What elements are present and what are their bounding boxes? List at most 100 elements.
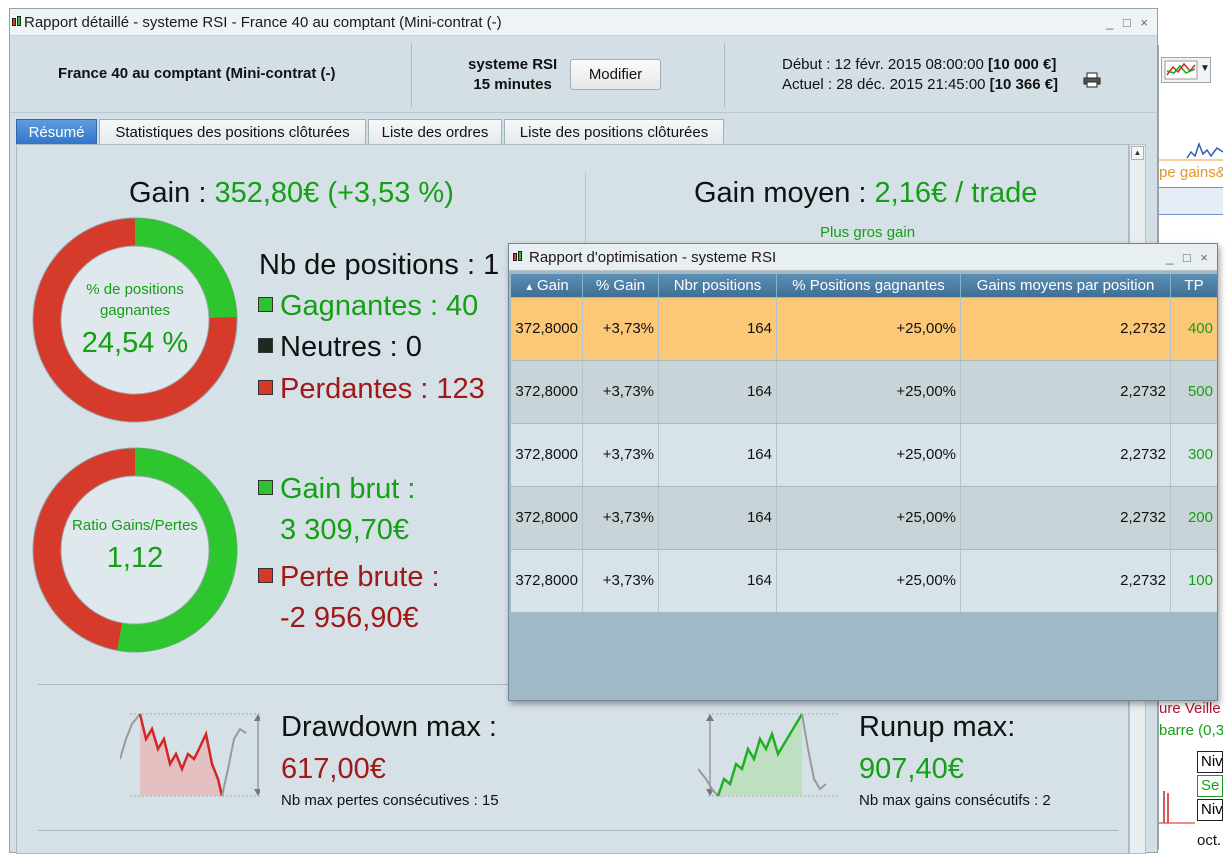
bg-fragment-1: pe gains& — [1159, 164, 1223, 181]
system-name: systeme RSI — [468, 56, 558, 73]
avg-gain-summary: Gain moyen : 2,16€ / trade — [694, 177, 1037, 210]
table-row[interactable]: 372,8000 +3,73% 164 +25,00% 2,2732 400 — [511, 298, 1217, 361]
cell-gain: 372,8000 — [511, 550, 583, 612]
tab-closed-positions[interactable]: Liste des positions clôturées — [504, 119, 724, 145]
optimisation-titlebar[interactable]: Rapport d'optimisation - systeme RSI _ □… — [509, 244, 1217, 271]
cell-pct-winning: +25,00% — [777, 298, 961, 360]
gross-gain-value: 3 309,70€ — [280, 514, 410, 546]
cell-nb-positions: 164 — [659, 424, 777, 486]
cell-pct-winning: +25,00% — [777, 424, 961, 486]
cell-pct-gain: +3,73% — [583, 487, 659, 549]
tab-resume[interactable]: Résumé — [16, 119, 97, 145]
positions-count-label: Nb de positions : — [259, 249, 476, 281]
cell-pct-gain: +3,73% — [583, 361, 659, 423]
cell-avg-gain: 2,2732 — [961, 550, 1171, 612]
table-row[interactable]: 372,8000 +3,73% 164 +25,00% 2,2732 300 — [511, 424, 1217, 487]
cell-nb-positions: 164 — [659, 361, 777, 423]
window-controls[interactable]: _ □ × — [1106, 9, 1151, 36]
start-date: 12 févr. 2015 08:00:00 — [834, 56, 984, 73]
legend-neutral: Neutres : 0 — [258, 331, 422, 364]
runup-label: Runup max: — [859, 711, 1016, 743]
cell-nb-positions: 164 — [659, 550, 777, 612]
bg-fragment-6[interactable]: Niv — [1197, 799, 1223, 821]
col-header-avg-gain[interactable]: Gains moyens par position — [961, 274, 1171, 297]
cell-pct-gain: +3,73% — [583, 550, 659, 612]
bg-fragment-5[interactable]: Se — [1197, 775, 1223, 797]
cell-pct-gain: +3,73% — [583, 298, 659, 360]
cell-pct-winning: +25,00% — [777, 361, 961, 423]
cell-avg-gain: 2,2732 — [961, 424, 1171, 486]
drawdown-icon — [120, 713, 260, 797]
optimisation-window-controls[interactable]: _ □ × — [1166, 244, 1211, 271]
candlestick-icon — [12, 16, 22, 28]
cell-nb-positions: 164 — [659, 487, 777, 549]
scroll-up-icon[interactable]: ▲ — [1131, 146, 1144, 160]
optimisation-report-window: Rapport d'optimisation - systeme RSI _ □… — [508, 243, 1218, 701]
bg-fragment-7: oct. — [1197, 832, 1222, 849]
candlestick-icon — [513, 251, 523, 263]
legend-losers: Perdantes : 123 — [258, 373, 485, 406]
avg-gain-label: Gain moyen : — [694, 177, 867, 209]
printer-icon[interactable] — [1083, 72, 1101, 88]
table-row[interactable]: 372,8000 +3,73% 164 +25,00% 2,2732 200 — [511, 487, 1217, 550]
winners-text: Gagnantes : 40 — [280, 290, 479, 322]
current-label: Actuel : — [782, 76, 833, 93]
cell-pct-winning: +25,00% — [777, 487, 961, 549]
biggest-gain-label: Plus gros gain — [820, 224, 916, 241]
cell-gain: 372,8000 — [511, 361, 583, 423]
red-square-icon — [258, 568, 273, 583]
window-titlebar[interactable]: Rapport détaillé - systeme RSI - France … — [10, 9, 1157, 36]
bg-fragment-2: ure Veille — [1159, 700, 1221, 717]
window-title: Rapport détaillé - systeme RSI - France … — [24, 14, 502, 31]
max-consecutive-losses: Nb max pertes consécutives : 15 — [281, 792, 499, 809]
cell-avg-gain: 2,2732 — [961, 487, 1171, 549]
tab-closed-stats[interactable]: Statistiques des positions clôturées — [99, 119, 366, 145]
win-rate-label: % de positions gagnantes — [86, 281, 184, 319]
cell-tp: 500 — [1187, 383, 1213, 400]
gain-value: 352,80€ (+3,53 %) — [214, 177, 454, 209]
positions-count: Nb de positions : 1 — [259, 249, 499, 282]
col-header-nb-positions[interactable]: Nbr positions — [659, 274, 777, 297]
gain-label: Gain : — [129, 177, 207, 209]
table-row[interactable]: 372,8000 +3,73% 164 +25,00% 2,2732 100 — [511, 550, 1217, 613]
optimisation-title: Rapport d'optimisation - systeme RSI — [529, 249, 777, 266]
red-square-icon — [258, 380, 273, 395]
col-header-tp[interactable]: TP — [1171, 274, 1217, 297]
col-header-pct-winning[interactable]: % Positions gagnantes — [777, 274, 961, 297]
runup-icon — [698, 713, 838, 797]
cell-gain: 372,8000 — [511, 298, 583, 360]
max-consecutive-gains: Nb max gains consécutifs : 2 — [859, 792, 1051, 809]
drawdown-label: Drawdown max : — [281, 711, 497, 743]
col-header-gain[interactable]: ▲ Gain — [511, 274, 583, 297]
cell-gain: 372,8000 — [511, 487, 583, 549]
drawdown-value: 617,00€ — [281, 753, 386, 785]
table-row[interactable]: 372,8000 +3,73% 164 +25,00% 2,2732 500 — [511, 361, 1217, 424]
ratio-donut-text: Ratio Gains/Pertes 1,12 — [62, 517, 208, 575]
cell-pct-gain: +3,73% — [583, 424, 659, 486]
instrument-name: France 40 au comptant (Mini-contrat (-) — [58, 65, 336, 82]
date-range: Début : 12 févr. 2015 08:00:00 [10 000 €… — [782, 55, 1058, 95]
win-rate-value: 24,54 % — [81, 327, 189, 359]
cell-tp: 100 — [1187, 572, 1213, 589]
cell-tp: 400 — [1187, 320, 1213, 337]
modify-button[interactable]: Modifier — [570, 59, 661, 90]
start-label: Début : — [782, 56, 831, 73]
chevron-down-icon: ▼ — [1200, 63, 1210, 74]
tab-orders[interactable]: Liste des ordres — [368, 119, 502, 145]
bg-fragment-3: barre (0,3 — [1159, 722, 1223, 739]
gross-loss-value: -2 956,90€ — [280, 602, 419, 634]
cell-tp: 300 — [1187, 446, 1213, 463]
cell-tp: 200 — [1187, 509, 1213, 526]
green-square-icon — [258, 480, 273, 495]
avg-gain-value: 2,16€ / trade — [874, 177, 1038, 209]
gross-loss-row: Perte brute : — [258, 561, 440, 594]
neutral-text: Neutres : 0 — [280, 331, 422, 363]
indicator-dropdown[interactable]: ▼ — [1161, 57, 1211, 83]
report-header: France 40 au comptant (Mini-contrat (-) … — [10, 37, 1157, 113]
green-square-icon — [258, 297, 273, 312]
legend-winners: Gagnantes : 40 — [258, 290, 478, 323]
col-header-pct-gain[interactable]: % Gain — [583, 274, 659, 297]
bg-fragment-4[interactable]: Niv — [1197, 751, 1223, 773]
cell-pct-winning: +25,00% — [777, 550, 961, 612]
gross-loss-label: Perte brute : — [280, 561, 440, 593]
